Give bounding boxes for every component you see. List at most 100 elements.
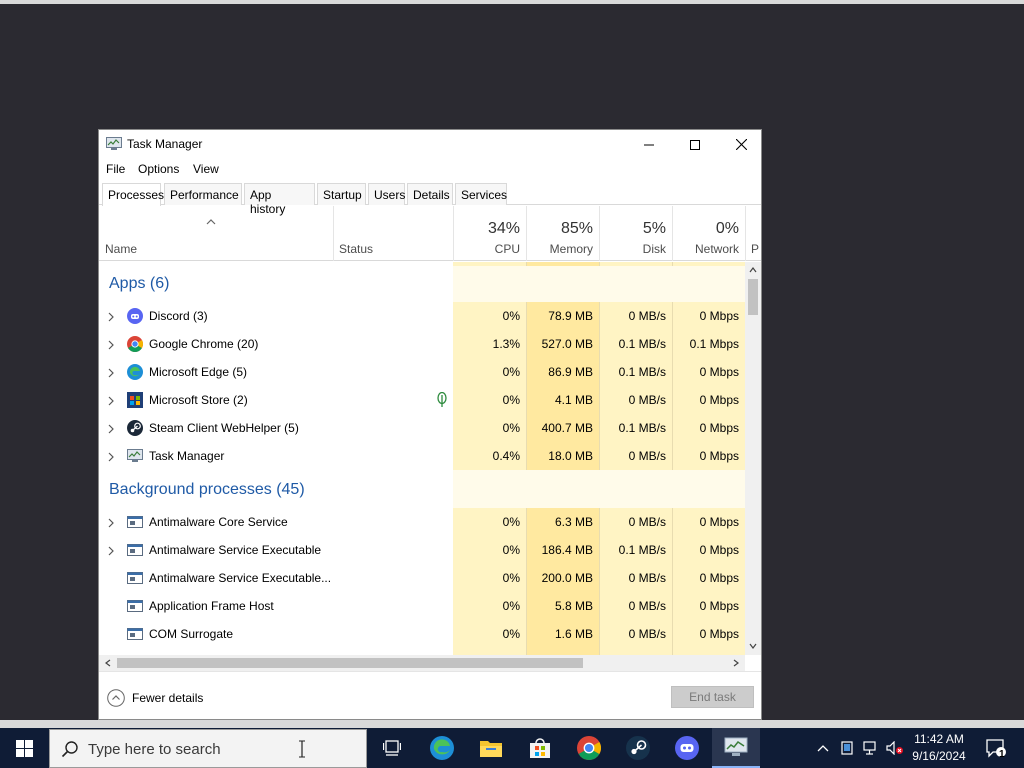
table-row[interactable]: Microsoft Edge (5) 0% 86.9 MB 0.1 MB/s 0… [99, 358, 745, 386]
vertical-scrollbar[interactable] [745, 262, 761, 655]
table-row[interactable]: Antimalware Service Executable 0% 186.4 … [99, 536, 745, 564]
scroll-down-icon[interactable] [746, 639, 760, 653]
column-divider[interactable] [745, 206, 746, 261]
table-row[interactable]: COM Surrogate 0% 1.6 MB 0 MB/s 0 Mbps [99, 620, 745, 648]
tab-users[interactable]: Users [368, 183, 405, 205]
network-value: 0 Mbps [699, 543, 739, 557]
scroll-thumb[interactable] [748, 279, 758, 315]
end-task-button[interactable]: End task [671, 686, 754, 708]
horizontal-scrollbar[interactable] [99, 655, 745, 671]
disk-value: 0 MB/s [628, 393, 666, 407]
column-memory[interactable]: Memory [532, 242, 593, 256]
chevron-right-icon[interactable] [107, 517, 115, 528]
edge-icon[interactable] [418, 728, 466, 768]
scroll-up-icon[interactable] [746, 263, 760, 277]
cpu-value: 0.4% [492, 449, 520, 463]
disk-value: 0 MB/s [628, 627, 666, 641]
column-divider[interactable] [672, 206, 673, 261]
column-divider[interactable] [599, 206, 600, 261]
chevron-right-icon[interactable] [107, 423, 115, 434]
network-value: 0.1 Mbps [689, 337, 739, 351]
memory-value: 527.0 MB [541, 337, 593, 351]
memory-percent: 85% [560, 220, 593, 237]
collapse-circle-icon[interactable] [107, 689, 125, 707]
desktop-top-edge [0, 0, 1024, 4]
tab-bar: Processes Performance App history Startu… [99, 183, 761, 216]
chrome-icon[interactable] [565, 728, 613, 768]
group-header-apps[interactable]: Apps (6) [99, 266, 745, 302]
chevron-right-icon[interactable] [107, 545, 115, 556]
chevron-right-icon[interactable] [107, 367, 115, 378]
tab-performance[interactable]: Performance [164, 183, 242, 205]
table-row[interactable]: Task Manager 0.4% 18.0 MB 0 MB/s 0 Mbps [99, 442, 745, 470]
network-value: 0 Mbps [699, 309, 739, 323]
network-icon[interactable] [861, 728, 881, 768]
task-manager-icon[interactable] [712, 728, 760, 768]
column-power[interactable]: P [751, 242, 761, 256]
scroll-left-icon[interactable] [101, 656, 115, 670]
network-value: 0 Mbps [699, 599, 739, 613]
column-disk[interactable]: Disk [605, 242, 666, 256]
chevron-right-icon[interactable] [107, 451, 115, 462]
menu-options[interactable]: Options [138, 162, 179, 176]
table-row[interactable]: Antimalware Core Service 0% 6.3 MB 0 MB/… [99, 508, 745, 536]
footer: Fewer details End task [99, 671, 761, 719]
process-name: Antimalware Service Executable... [149, 571, 332, 585]
table-row[interactable]: Google Chrome (20) 1.3% 527.0 MB 0.1 MB/… [99, 330, 745, 358]
table-row[interactable]: Application Frame Host 0% 5.8 MB 0 MB/s … [99, 592, 745, 620]
group-header-background[interactable]: Background processes (45) [99, 470, 745, 508]
tab-processes[interactable]: Processes [102, 183, 164, 206]
clock-date: 9/16/2024 [912, 749, 966, 763]
group-label: Background processes (45) [109, 481, 305, 498]
file-explorer-icon[interactable] [467, 728, 515, 768]
fewer-details-link[interactable]: Fewer details [132, 691, 203, 705]
scroll-thumb[interactable] [117, 658, 583, 668]
title-bar[interactable]: Task Manager [99, 130, 761, 159]
chevron-right-icon[interactable] [107, 339, 115, 350]
tab-app-history[interactable]: App history [244, 183, 315, 216]
table-row[interactable]: Microsoft Store (2) 0% 4.1 MB 0 MB/s 0 M… [99, 386, 745, 414]
tab-services[interactable]: Services [455, 183, 507, 205]
close-icon [735, 139, 747, 150]
menu-bar: File Options View [99, 160, 761, 180]
minimize-button[interactable] [626, 130, 672, 159]
task-view-icon[interactable] [368, 728, 416, 768]
chevron-up-icon[interactable] [814, 728, 832, 768]
tablet-icon[interactable] [838, 728, 856, 768]
close-button[interactable] [718, 130, 761, 159]
maximize-button[interactable] [672, 130, 718, 159]
start-button[interactable] [0, 728, 48, 768]
volume-muted-icon[interactable] [884, 728, 906, 768]
scroll-right-icon[interactable] [729, 656, 743, 670]
notification-center-button[interactable]: 1 [976, 728, 1016, 768]
column-network[interactable]: Network [678, 242, 739, 256]
table-row[interactable]: Steam Client WebHelper (5) 0% 400.7 MB 0… [99, 414, 745, 442]
column-divider[interactable] [526, 206, 527, 261]
table-row[interactable]: Discord (3) 0% 78.9 MB 0 MB/s 0 Mbps [99, 302, 745, 330]
taskbar-clock[interactable]: 11:42 AM 9/16/2024 [905, 731, 973, 765]
taskbar-search[interactable]: Type here to search [49, 729, 367, 768]
suspended-leaf-icon [436, 391, 448, 408]
column-status[interactable]: Status [339, 242, 373, 256]
sort-ascending-icon[interactable] [206, 215, 216, 225]
column-cpu[interactable]: CPU [459, 242, 520, 256]
table-row[interactable]: Antimalware Service Executable... 0% 200… [99, 564, 745, 592]
process-list: Apps (6) Discord (3) 0% 78.9 MB 0 MB/s 0… [99, 262, 745, 655]
tab-details[interactable]: Details [407, 183, 453, 205]
task-manager-icon [106, 137, 122, 151]
column-divider[interactable] [453, 206, 454, 261]
menu-view[interactable]: View [193, 162, 219, 176]
disk-value: 0.1 MB/s [618, 543, 666, 557]
steam-icon[interactable] [614, 728, 662, 768]
column-divider[interactable] [333, 206, 334, 261]
minimize-icon [644, 144, 654, 145]
menu-file[interactable]: File [106, 162, 125, 176]
chevron-right-icon[interactable] [107, 395, 115, 406]
edge-icon [127, 364, 143, 380]
column-name[interactable]: Name [105, 242, 137, 256]
disk-percent: 5% [642, 220, 666, 237]
store-icon[interactable] [516, 728, 564, 768]
discord-icon[interactable] [663, 728, 711, 768]
chevron-right-icon[interactable] [107, 311, 115, 322]
tab-startup[interactable]: Startup [317, 183, 366, 205]
